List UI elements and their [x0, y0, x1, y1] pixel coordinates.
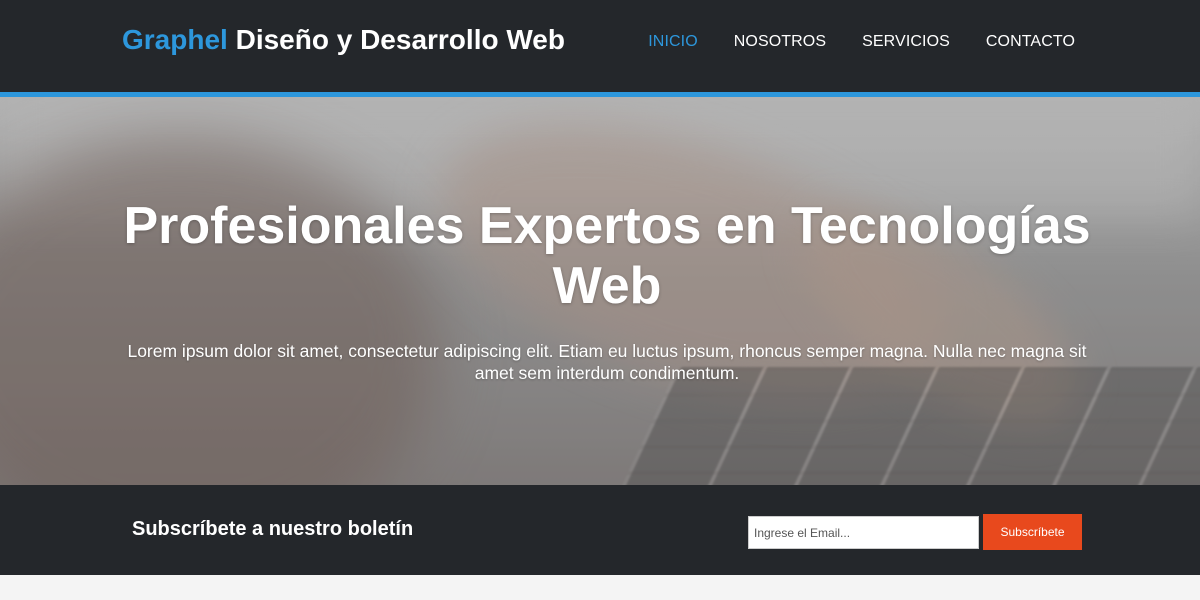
nav-inicio[interactable]: INICIO [648, 33, 698, 51]
site-header: Graphel Diseño y Desarrollo Web INICIO N… [0, 0, 1200, 92]
subscribe-button[interactable]: Subscríbete [983, 514, 1082, 550]
email-input[interactable] [748, 516, 979, 549]
newsletter-title: Subscríbete a nuestro boletín [132, 518, 414, 540]
site-logo[interactable]: Graphel Diseño y Desarrollo Web [122, 24, 565, 56]
nav-nosotros[interactable]: NOSOTROS [734, 33, 826, 51]
main-nav: INICIO NOSOTROS SERVICIOS CONTACTO [648, 33, 1075, 51]
hero-title: Profesionales Expertos en Tecnologías We… [123, 197, 1091, 315]
nav-servicios[interactable]: SERVICIOS [862, 33, 950, 51]
page-bottom-area [0, 575, 1200, 600]
hero-description: Lorem ipsum dolor sit amet, consectetur … [127, 341, 1087, 383]
brand-accent: Graphel [122, 24, 228, 55]
newsletter-section: Subscríbete a nuestro boletín Subscríbet… [0, 485, 1200, 575]
hero-banner: Profesionales Expertos en Tecnologías We… [0, 97, 1200, 485]
nav-contacto[interactable]: CONTACTO [986, 33, 1075, 51]
brand-rest: Diseño y Desarrollo Web [227, 24, 565, 55]
